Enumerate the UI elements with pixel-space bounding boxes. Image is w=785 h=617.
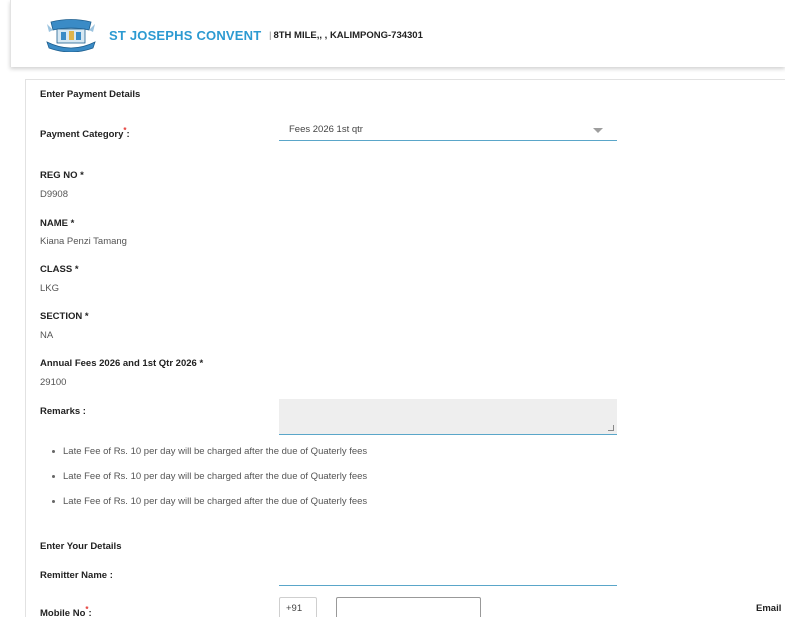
email-label: Email <box>756 603 782 614</box>
remarks-label: Remarks : <box>40 406 86 417</box>
mobile-label-text: Mobile No <box>40 608 86 617</box>
annual-fees-value: 29100 <box>40 377 67 388</box>
name-label: NAME * <box>40 218 75 229</box>
payment-category-label: Payment Category*: <box>40 126 130 140</box>
country-code-prefix: +91 <box>279 597 317 617</box>
annual-fees-label: Annual Fees 2026 and 1st Qtr 2026 * <box>40 358 204 369</box>
address-text: 8TH MILE,, , KALIMPONG-734301 <box>273 30 423 41</box>
name-value: Kiana Penzi Tamang <box>40 236 127 247</box>
payment-category-colon: : <box>126 129 130 140</box>
list-item: Late Fee of Rs. 10 per day will be charg… <box>49 471 367 496</box>
details-section-title: Enter Your Details <box>40 541 122 552</box>
school-address: | 8TH MILE,, , KALIMPONG-734301 <box>269 30 423 41</box>
section-label: SECTION * <box>40 311 89 322</box>
resize-grip-icon[interactable] <box>608 425 614 431</box>
payment-section-title: Enter Payment Details <box>40 89 141 100</box>
payment-category-value: Fees 2026 1st qtr <box>289 124 363 135</box>
payment-form-card <box>25 79 785 617</box>
payment-category-label-text: Payment Category <box>40 129 124 140</box>
remitter-name-label: Remitter Name : <box>40 570 113 581</box>
mobile-number-input[interactable] <box>336 597 481 617</box>
list-item: Late Fee of Rs. 10 per day will be charg… <box>49 446 367 471</box>
remitter-name-input[interactable] <box>279 585 617 586</box>
list-item: Late Fee of Rs. 10 per day will be charg… <box>49 496 367 521</box>
school-logo <box>46 19 96 52</box>
address-separator: | <box>269 30 272 41</box>
mobile-colon: : <box>88 608 92 617</box>
reg-no-label: REG NO * <box>40 170 84 181</box>
remarks-textarea[interactable] <box>279 399 617 435</box>
mobile-label: Mobile No*: <box>40 605 92 617</box>
class-value: LKG <box>40 283 60 294</box>
payment-category-select[interactable]: Fees 2026 1st qtr <box>279 119 617 141</box>
school-name: ST JOSEPHS CONVENT <box>109 28 262 43</box>
section-value: NA <box>40 330 54 341</box>
chevron-down-icon <box>593 128 603 133</box>
class-label: CLASS * <box>40 264 79 275</box>
reg-no-value: D9908 <box>40 189 68 200</box>
site-header: ST JOSEPHS CONVENT | 8TH MILE,, , KALIMPO… <box>10 0 785 67</box>
late-fee-notes: Late Fee of Rs. 10 per day will be charg… <box>49 446 367 521</box>
